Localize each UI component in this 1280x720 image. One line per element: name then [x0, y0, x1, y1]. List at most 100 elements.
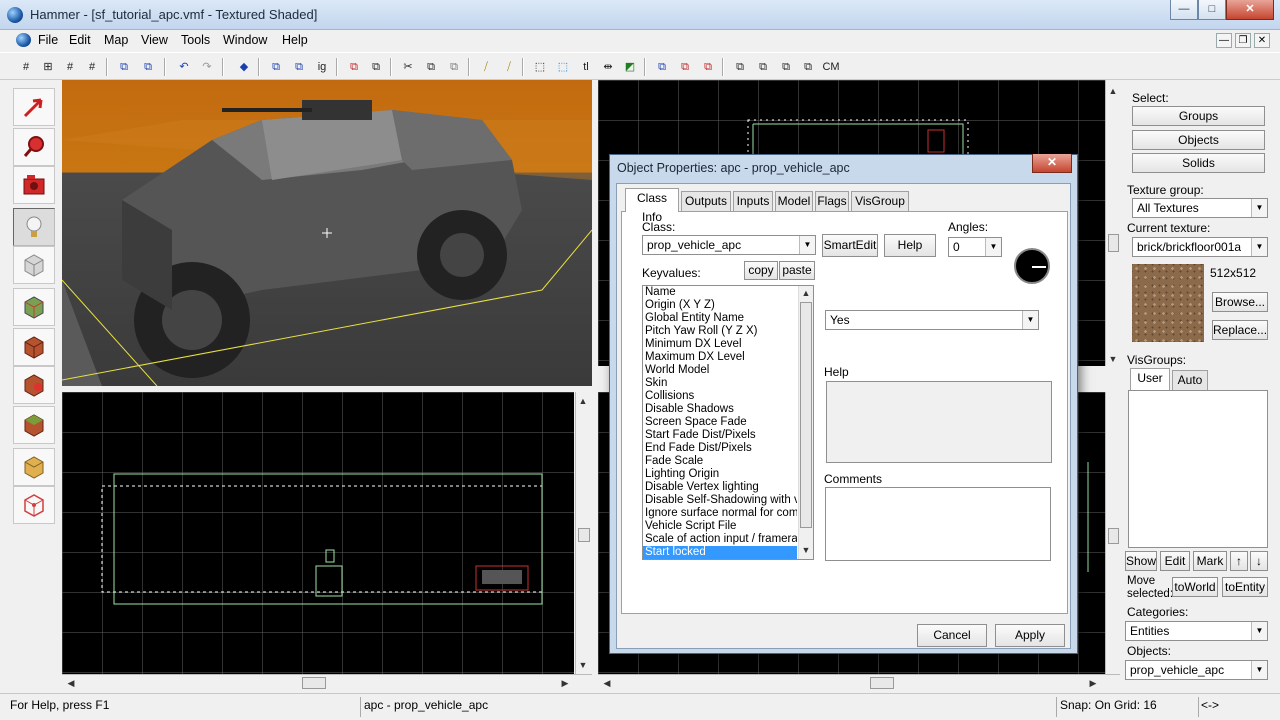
to-world-button[interactable]: toWorld	[1172, 577, 1218, 597]
maximize-button[interactable]: □	[1198, 0, 1226, 20]
toggle-texlock-button[interactable]: tl	[576, 57, 596, 77]
block-tool[interactable]	[13, 246, 55, 284]
radius-culling-button[interactable]: ◩	[620, 57, 640, 77]
flip-horizontal-button[interactable]: ⧉	[730, 57, 750, 77]
cut-button[interactable]: ✂	[398, 57, 418, 77]
keyvalues-scrollbar[interactable]: ▲ ▼	[798, 286, 813, 559]
list-item[interactable]: Disable Shadows	[643, 403, 797, 416]
minimize-button[interactable]: —	[1170, 0, 1198, 20]
list-item-selected[interactable]: Start locked	[643, 546, 797, 559]
move-down-arrow-icon[interactable]: ↓	[1250, 551, 1268, 571]
carve-button[interactable]: ◆	[234, 57, 254, 77]
front-2d-view[interactable]	[62, 392, 574, 674]
scroll-thumb[interactable]	[1108, 234, 1119, 252]
scroll-thumb[interactable]	[578, 528, 590, 542]
texture-lock-button[interactable]: ⧸	[476, 57, 496, 77]
align-left-button[interactable]: ⧉	[652, 57, 672, 77]
visgroup-mark-button[interactable]: Mark	[1193, 551, 1227, 571]
list-item[interactable]: Start Fade Dist/Pixels	[643, 429, 797, 442]
mdi-close-button[interactable]: ✕	[1254, 33, 1270, 48]
entity-tool[interactable]	[13, 208, 55, 246]
tab-inputs[interactable]: Inputs	[733, 191, 773, 211]
vertex-tool[interactable]	[13, 486, 55, 524]
mdi-restore-button[interactable]: ❐	[1235, 33, 1251, 48]
scroll-down-arrow[interactable]: ▼	[1106, 354, 1120, 364]
menu-window[interactable]: Window	[223, 33, 267, 47]
comments-textarea[interactable]	[825, 487, 1051, 561]
visgroup-edit-button[interactable]: Edit	[1160, 551, 1190, 571]
redo-button[interactable]: ↷	[197, 57, 217, 77]
tab-outputs[interactable]: Outputs	[681, 191, 731, 211]
magnify-tool[interactable]	[13, 128, 55, 166]
scroll-up-arrow[interactable]: ▲	[799, 288, 813, 298]
selection-by-handles-button[interactable]: ⬚	[553, 57, 573, 77]
cordon-button[interactable]: CM	[820, 57, 842, 77]
vis-tab-user[interactable]: User	[1130, 368, 1170, 390]
tab-visgroup[interactable]: VisGroup	[851, 191, 909, 211]
tie-to-entity-button[interactable]: ⧉	[266, 57, 286, 77]
texture-application-tool[interactable]	[13, 288, 55, 326]
undo-button[interactable]: ↶	[174, 57, 194, 77]
tab-model[interactable]: Model	[775, 191, 813, 211]
list-item[interactable]: Disable Self-Shadowing with vertex light…	[643, 494, 797, 507]
scroll-thumb[interactable]	[870, 677, 894, 689]
scroll-down-arrow[interactable]: ▼	[799, 545, 813, 555]
class-help-button[interactable]: Help	[884, 234, 936, 257]
keyvalue-value-select[interactable]: Yes ▼	[825, 310, 1039, 330]
categories-select[interactable]: Entities ▼	[1125, 621, 1268, 641]
apply-button[interactable]: Apply	[995, 624, 1065, 647]
menu-view[interactable]: View	[141, 33, 168, 47]
select-solids-button[interactable]: Solids	[1132, 153, 1265, 173]
copy-button[interactable]: ⧉	[421, 57, 441, 77]
scroll-thumb[interactable]	[302, 677, 326, 689]
tab-class-info[interactable]: Class Info	[625, 188, 679, 224]
close-button[interactable]: ✕	[1226, 0, 1274, 20]
front-view-hscroll[interactable]: ◀ ▶	[62, 674, 592, 691]
top-view-vscroll[interactable]: ▲ ▼	[1105, 80, 1120, 366]
list-item[interactable]: World Model	[643, 364, 797, 377]
current-texture-select[interactable]: brick/brickfloor001a ▼	[1132, 237, 1268, 257]
browse-button[interactable]: Browse...	[1212, 292, 1268, 312]
texture-group-select[interactable]: All Textures ▼	[1132, 198, 1268, 218]
transform-button[interactable]: ⧉	[776, 57, 796, 77]
smart-edit-button[interactable]: SmartEdit	[822, 234, 878, 257]
scroll-thumb[interactable]	[800, 302, 812, 528]
list-item[interactable]: Name	[643, 286, 797, 299]
select-objects-button[interactable]: Objects	[1132, 130, 1265, 150]
vis-tab-auto[interactable]: Auto	[1172, 370, 1208, 390]
front-view-vscroll[interactable]: ▲ ▼	[575, 392, 591, 674]
scroll-up-arrow[interactable]: ▲	[1106, 86, 1120, 96]
grid-3d-button[interactable]: ⊞	[38, 57, 58, 77]
visgroups-list[interactable]	[1128, 390, 1268, 548]
camera-3d-view[interactable]	[62, 80, 592, 386]
scroll-up-arrow[interactable]: ▲	[576, 396, 590, 406]
overlay-tool[interactable]	[13, 406, 55, 444]
scroll-left-arrow[interactable]: ◀	[600, 678, 614, 689]
ignore-groups-button[interactable]: ig	[312, 57, 332, 77]
ungroup-button[interactable]: ⧉	[138, 57, 158, 77]
scroll-thumb[interactable]	[1108, 528, 1119, 544]
class-select[interactable]: prop_vehicle_apc ▼	[642, 235, 816, 255]
scroll-down-arrow[interactable]: ▼	[576, 660, 590, 670]
show-all-button[interactable]: ⧉	[366, 57, 386, 77]
flip-vertical-button[interactable]: ⧉	[753, 57, 773, 77]
camera-tool[interactable]	[13, 166, 55, 204]
menu-tools[interactable]: Tools	[181, 33, 210, 47]
list-item[interactable]: Ignore surface normal for computing vert…	[643, 507, 797, 520]
list-item[interactable]: Fade Scale	[643, 455, 797, 468]
snap-to-grid-button[interactable]: ⧉	[798, 57, 818, 77]
selection-handles-button[interactable]: ⬚	[530, 57, 550, 77]
clipping-tool[interactable]	[13, 448, 55, 486]
list-item[interactable]: Scale of action input / framerate	[643, 533, 797, 546]
scroll-right-arrow[interactable]: ▶	[1086, 678, 1100, 689]
list-item[interactable]: Vehicle Script File	[643, 520, 797, 533]
grid-larger-button[interactable]: #	[82, 57, 102, 77]
list-item[interactable]: Skin	[643, 377, 797, 390]
hide-selected-button[interactable]: ⧉	[344, 57, 364, 77]
select-groups-button[interactable]: Groups	[1132, 106, 1265, 126]
scroll-right-arrow[interactable]: ▶	[558, 678, 572, 689]
selection-tool[interactable]	[13, 88, 55, 126]
paste-button[interactable]: ⧉	[444, 57, 464, 77]
menu-edit[interactable]: Edit	[69, 33, 91, 47]
scroll-left-arrow[interactable]: ◀	[64, 678, 78, 689]
